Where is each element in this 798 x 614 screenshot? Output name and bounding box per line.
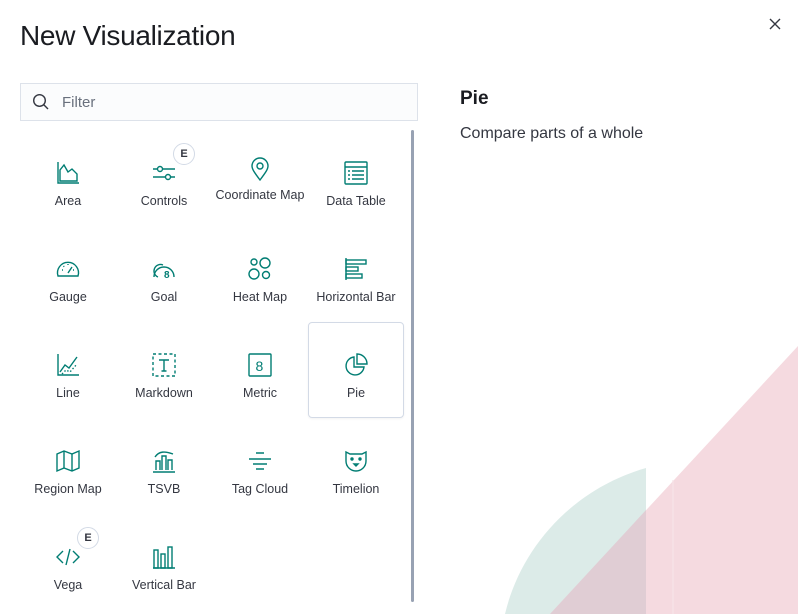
metric-icon: 8: [246, 351, 274, 379]
vis-card-controls[interactable]: Controls E: [116, 130, 212, 226]
selected-type-title: Pie: [460, 88, 489, 109]
vis-card-area[interactable]: Area: [20, 130, 116, 226]
vis-card-tsvb[interactable]: TSVB: [116, 418, 212, 514]
tsvb-icon: [150, 447, 178, 475]
vis-card-label: Coordinate Map: [215, 188, 305, 202]
vis-card-label: Timelion: [332, 482, 380, 496]
vis-card-label: Pie: [346, 386, 366, 400]
vis-card-pie[interactable]: Pie: [308, 322, 404, 418]
decorative-illustration: [500, 340, 798, 614]
filter-input[interactable]: [60, 92, 404, 112]
visualization-type-grid: Area Controls E Coordinate Map Data Tabl…: [20, 130, 408, 602]
map-pin-icon: [246, 155, 274, 183]
experimental-badge: E: [77, 527, 99, 549]
vis-card-vega[interactable]: Vega E: [20, 514, 116, 602]
search-icon: [32, 93, 50, 111]
markdown-icon: [150, 351, 178, 379]
svg-text:8: 8: [256, 358, 264, 374]
region-map-icon: [54, 447, 82, 475]
vis-card-region-map[interactable]: Region Map: [20, 418, 116, 514]
vis-card-markdown[interactable]: Markdown: [116, 322, 212, 418]
vis-card-label: Metric: [242, 386, 278, 400]
vis-card-label: Tag Cloud: [231, 482, 289, 496]
vertical-bar-icon: [150, 543, 178, 571]
vis-card-gauge[interactable]: Gauge: [20, 226, 116, 322]
vis-card-goal[interactable]: 8 Goal: [116, 226, 212, 322]
grid-scrollbar[interactable]: [411, 130, 414, 602]
vis-card-metric[interactable]: 8 Metric: [212, 322, 308, 418]
vis-card-label: Vertical Bar: [132, 578, 196, 592]
vis-card-label: TSVB: [147, 482, 181, 496]
controls-icon: [150, 159, 178, 187]
vis-card-label: Line: [56, 386, 80, 400]
pie-chart-icon: [342, 351, 370, 379]
experimental-badge: E: [173, 143, 195, 165]
goal-icon: 8: [150, 255, 178, 283]
filter-search-field[interactable]: [20, 83, 418, 121]
vis-card-label: Controls: [140, 194, 188, 208]
close-icon[interactable]: [768, 17, 782, 31]
vis-card-label: Region Map: [34, 482, 102, 496]
heat-map-icon: [246, 255, 274, 283]
horizontal-bar-icon: [342, 255, 370, 283]
vis-card-vertical-bar[interactable]: Vertical Bar: [116, 514, 212, 602]
vis-card-label: Goal: [150, 290, 178, 304]
svg-text:8: 8: [164, 270, 170, 281]
close-button[interactable]: [765, 14, 785, 34]
area-chart-icon: [54, 159, 82, 187]
vis-card-label: Gauge: [49, 290, 87, 304]
vis-card-label: Vega: [53, 578, 83, 592]
vis-card-label: Markdown: [135, 386, 193, 400]
data-table-icon: [342, 159, 370, 187]
gauge-icon: [54, 255, 82, 283]
selected-type-description: Compare parts of a whole: [460, 125, 644, 142]
vis-card-label: Heat Map: [232, 290, 288, 304]
vis-card-timelion[interactable]: Timelion: [308, 418, 404, 514]
line-chart-icon: [54, 351, 82, 379]
vega-code-icon: [54, 543, 82, 571]
vis-card-tag-cloud[interactable]: Tag Cloud: [212, 418, 308, 514]
vis-card-coordinate-map[interactable]: Coordinate Map: [212, 130, 308, 226]
timelion-icon: [342, 447, 370, 475]
vis-card-heat-map[interactable]: Heat Map: [212, 226, 308, 322]
tag-cloud-icon: [246, 447, 274, 475]
vis-card-data-table[interactable]: Data Table: [308, 130, 404, 226]
vis-card-line[interactable]: Line: [20, 322, 116, 418]
modal-title: New Visualization: [20, 20, 236, 51]
vis-card-label: Area: [54, 194, 82, 208]
vis-card-horizontal-bar[interactable]: Horizontal Bar: [308, 226, 404, 322]
vis-card-label: Horizontal Bar: [316, 290, 396, 304]
vis-card-label: Data Table: [326, 194, 386, 208]
